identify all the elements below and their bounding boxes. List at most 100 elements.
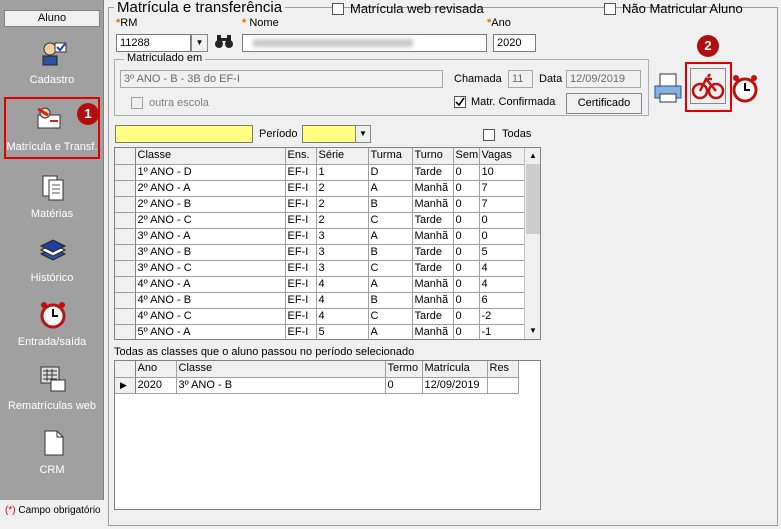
table-row[interactable]: 3º ANO - A EF-I 3 A Manhã 0 0	[115, 228, 526, 245]
sidebar-item-label: CRM	[39, 464, 65, 476]
todas-checkbox[interactable]	[483, 129, 495, 141]
check-icon	[455, 97, 465, 107]
column-header[interactable]: Ens.	[285, 148, 317, 165]
matr-confirmada-checkbox[interactable]	[454, 96, 466, 108]
scroll-down-icon[interactable]: ▼	[525, 323, 540, 339]
table-cell: 4º ANO - B	[135, 292, 286, 309]
table-cell: Manhã	[412, 324, 454, 339]
row-header[interactable]	[115, 180, 136, 197]
table-row[interactable]: 1º ANO - D EF-I 1 D Tarde 0 10	[115, 164, 526, 181]
row-header[interactable]	[115, 148, 136, 165]
sidebar-item-crm[interactable]: CRM	[4, 424, 100, 486]
binoculars-button[interactable]	[213, 32, 235, 52]
class-filter-input[interactable]	[115, 125, 253, 143]
rm-dropdown-button[interactable]: ▼	[191, 34, 208, 52]
table-cell: Tarde	[412, 212, 454, 229]
column-header[interactable]: Sem	[453, 148, 480, 165]
column-header[interactable]: Classe	[176, 361, 386, 378]
row-header[interactable]	[115, 276, 136, 293]
rm-input[interactable]: 11288	[116, 34, 191, 52]
table-cell: 2	[316, 180, 369, 197]
web-revised-checkbox[interactable]	[332, 3, 344, 15]
table-cell: 4	[479, 260, 526, 277]
column-header[interactable]: Turma	[368, 148, 413, 165]
row-header[interactable]	[115, 196, 136, 213]
table-row[interactable]: 2º ANO - B EF-I 2 B Manhã 0 7	[115, 196, 526, 213]
column-header[interactable]: Matrícula	[422, 361, 488, 378]
outra-escola-checkbox[interactable]	[131, 97, 143, 109]
books-icon	[39, 239, 67, 261]
row-header[interactable]	[115, 244, 136, 261]
document-icon	[44, 430, 64, 456]
sidebar-item-historico[interactable]: Histórico	[4, 232, 100, 294]
table-row[interactable]: 4º ANO - A EF-I 4 A Manhã 0 4	[115, 276, 526, 293]
bicycle-icon	[691, 73, 725, 100]
transfer-bicycle-button[interactable]	[690, 68, 726, 104]
table-cell: 0	[453, 164, 480, 181]
periodo-dropdown-button[interactable]: ▼	[355, 125, 371, 143]
row-header[interactable]	[115, 324, 136, 339]
column-header[interactable]: Turno	[412, 148, 454, 165]
todas-label: Todas	[502, 128, 532, 140]
print-button[interactable]	[652, 70, 684, 106]
column-header[interactable]: Termo	[385, 361, 423, 378]
table-cell: EF-I	[285, 164, 317, 181]
table-cell: 3º ANO - B	[176, 377, 386, 394]
current-row-icon: ▶	[120, 379, 127, 390]
row-header[interactable]: ▶	[115, 377, 136, 394]
sidebar-item-entrada-saida[interactable]: Entrada/saída	[4, 296, 100, 358]
table-row[interactable]: 2º ANO - A EF-I 2 A Manhã 0 7	[115, 180, 526, 197]
table-cell: Tarde	[412, 244, 454, 261]
table-row[interactable]: 2º ANO - C EF-I 2 C Tarde 0 0	[115, 212, 526, 229]
blurred-name	[253, 39, 413, 47]
scroll-thumb[interactable]	[526, 164, 540, 234]
sidebar-title: Aluno	[4, 10, 100, 27]
table-cell: 5	[479, 244, 526, 261]
table-cell: 1º ANO - D	[135, 164, 286, 181]
column-header[interactable]: Ano	[135, 361, 177, 378]
table-row[interactable]: 3º ANO - B EF-I 3 B Tarde 0 5	[115, 244, 526, 261]
table-row[interactable]: 4º ANO - C EF-I 4 C Tarde 0 -2	[115, 308, 526, 325]
periodo-select[interactable]	[302, 125, 357, 143]
row-header[interactable]	[115, 212, 136, 229]
table-cell: 3º ANO - A	[135, 228, 286, 245]
table-cell: 12/09/2019	[422, 377, 488, 394]
table-cell: 3	[316, 244, 369, 261]
name-input[interactable]	[242, 34, 487, 52]
timer-button[interactable]	[730, 72, 760, 104]
table-cell: EF-I	[285, 308, 317, 325]
scroll-up-icon[interactable]: ▲	[525, 148, 540, 164]
row-header[interactable]	[115, 260, 136, 277]
column-header[interactable]: Classe	[135, 148, 286, 165]
table-row[interactable]: 5º ANO - A EF-I 5 A Manhã 0 -1	[115, 324, 526, 339]
row-header[interactable]	[115, 292, 136, 309]
table-row[interactable]: 3º ANO - C EF-I 3 C Tarde 0 4	[115, 260, 526, 277]
table-cell: 0	[453, 260, 480, 277]
required-note: (*) Campo obrigatório	[5, 505, 101, 516]
row-header[interactable]	[115, 361, 136, 378]
row-header[interactable]	[115, 228, 136, 245]
table-cell: 0	[453, 292, 480, 309]
sidebar-item-cadastro[interactable]: Cadastro	[4, 34, 100, 96]
column-header[interactable]: Vagas	[479, 148, 526, 165]
ano-input[interactable]: 2020	[493, 34, 536, 52]
no-enroll-checkbox[interactable]	[604, 3, 616, 15]
sidebar-item-rematriculas-web[interactable]: Rematrículas web	[4, 360, 100, 422]
classes-scrollbar[interactable]: ▲ ▼	[524, 148, 540, 339]
page-title: Matrícula e transferência	[114, 0, 286, 16]
sidebar-item-label: Histórico	[30, 272, 74, 284]
certificado-button[interactable]: Certificado	[566, 93, 642, 114]
table-cell: 6	[479, 292, 526, 309]
table-cell: Tarde	[412, 308, 454, 325]
table-cell: 2º ANO - B	[135, 196, 286, 213]
column-header[interactable]: Res	[487, 361, 519, 378]
table-row[interactable]: 4º ANO - B EF-I 4 B Manhã 0 6	[115, 292, 526, 309]
table-row[interactable]: ▶ 2020 3º ANO - B 0 12/09/2019	[115, 377, 519, 394]
chamada-field: 11	[508, 70, 533, 88]
table-cell: 0	[453, 276, 480, 293]
table-cell: EF-I	[285, 292, 317, 309]
row-header[interactable]	[115, 164, 136, 181]
row-header[interactable]	[115, 308, 136, 325]
sidebar-item-materias[interactable]: Matérias	[4, 168, 100, 230]
column-header[interactable]: Série	[316, 148, 369, 165]
